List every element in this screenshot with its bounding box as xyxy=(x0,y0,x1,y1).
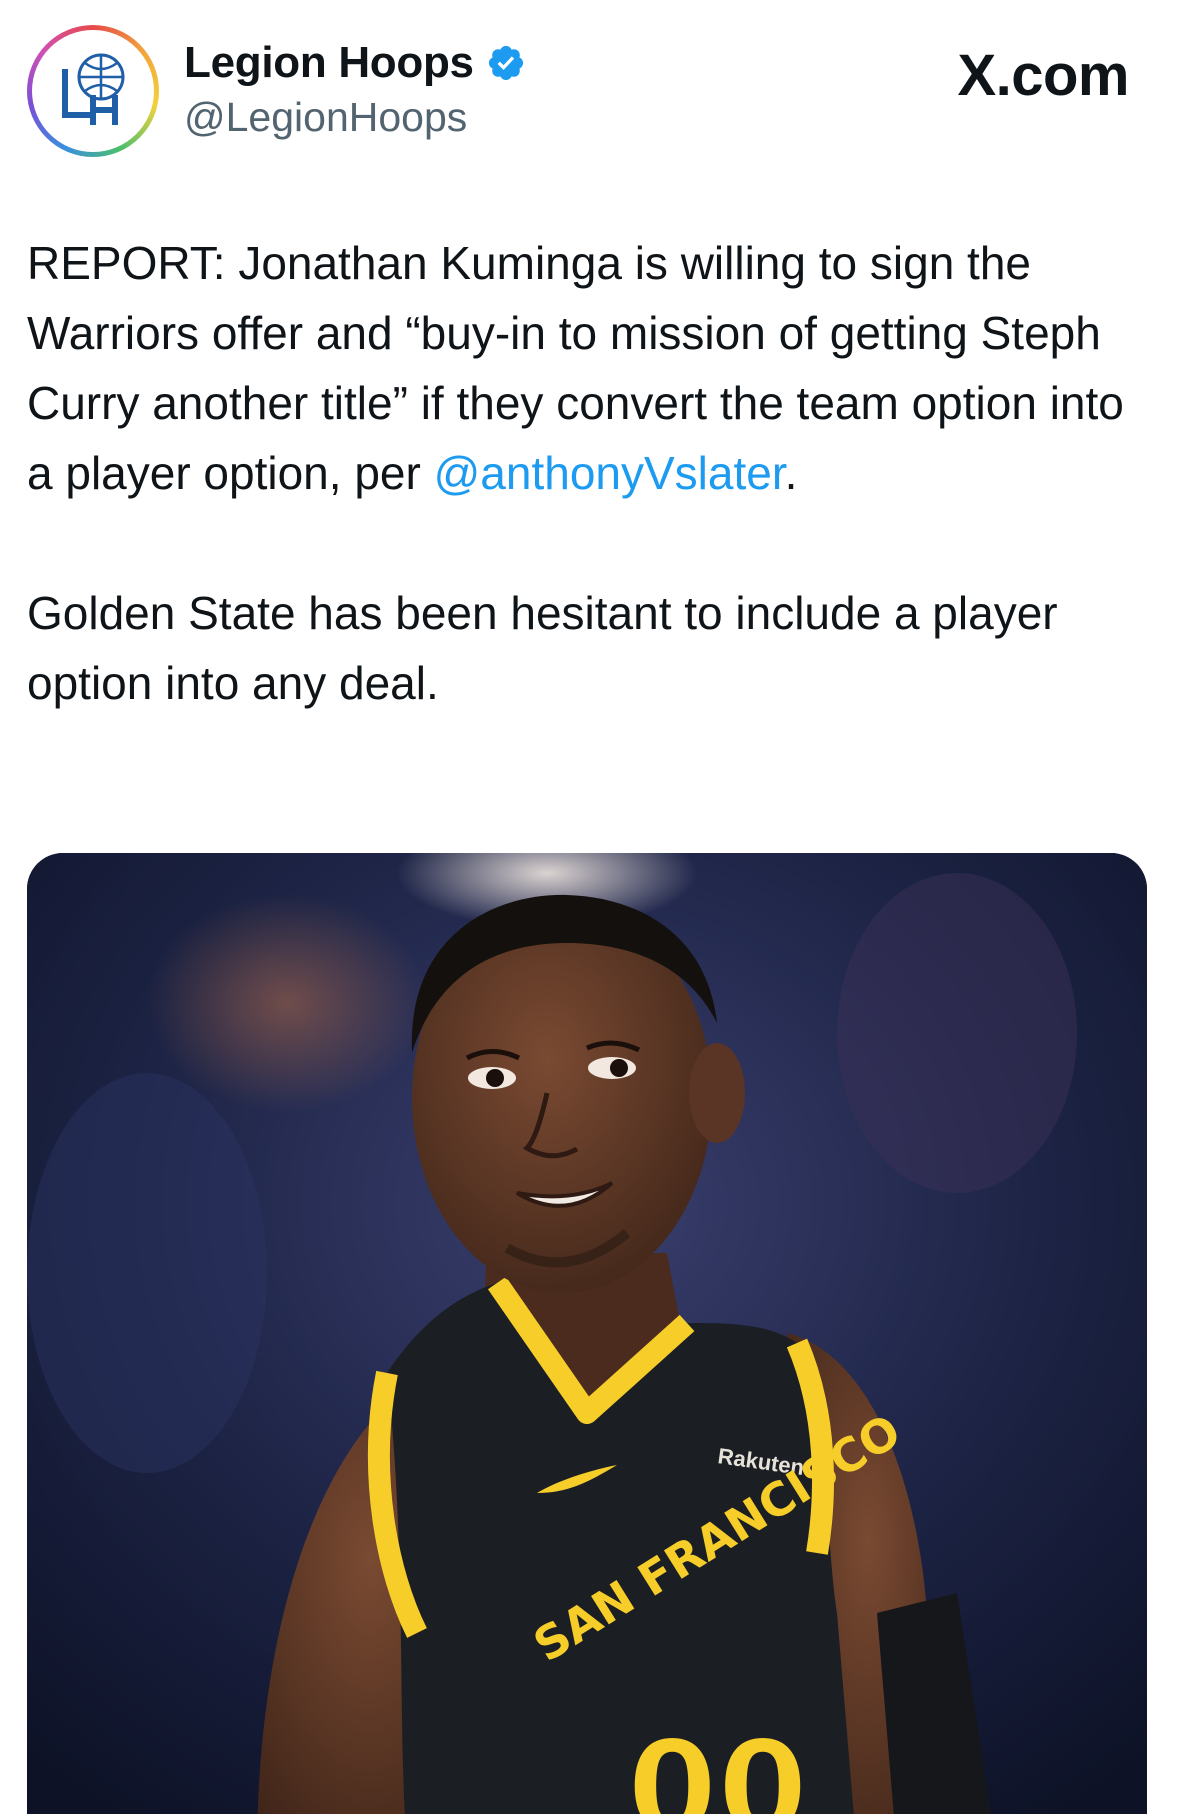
tweet-card: Legion Hoops @LegionHoops X.com REPORT: … xyxy=(0,0,1179,1814)
tweet-paragraph-1: REPORT: Jonathan Kuminga is willing to s… xyxy=(27,228,1147,508)
avatar[interactable] xyxy=(27,25,159,157)
tweet-media-photo[interactable]: Rakuten SAN FRANCISCO 00 xyxy=(27,853,1147,1814)
x-com-brand: X.com xyxy=(957,43,1129,108)
verified-badge-icon xyxy=(488,45,523,81)
player-photo: Rakuten SAN FRANCISCO 00 xyxy=(27,853,1147,1814)
jersey-number: 00 xyxy=(627,1712,808,1814)
tweet-text: REPORT: Jonathan Kuminga is willing to s… xyxy=(27,228,1147,718)
legion-hoops-logo xyxy=(62,53,125,125)
ear xyxy=(689,1043,745,1143)
tweet-paragraph-1-end: . xyxy=(784,447,798,499)
account-handle[interactable]: @LegionHoops xyxy=(184,94,467,141)
account-name[interactable]: Legion Hoops xyxy=(184,38,474,88)
avatar-inner xyxy=(32,30,154,152)
account-name-row[interactable]: Legion Hoops xyxy=(184,38,526,88)
tweet-paragraph-2: Golden State has been hesitant to includ… xyxy=(27,587,1058,709)
mention-link[interactable]: @anthonyVslater xyxy=(434,447,785,499)
